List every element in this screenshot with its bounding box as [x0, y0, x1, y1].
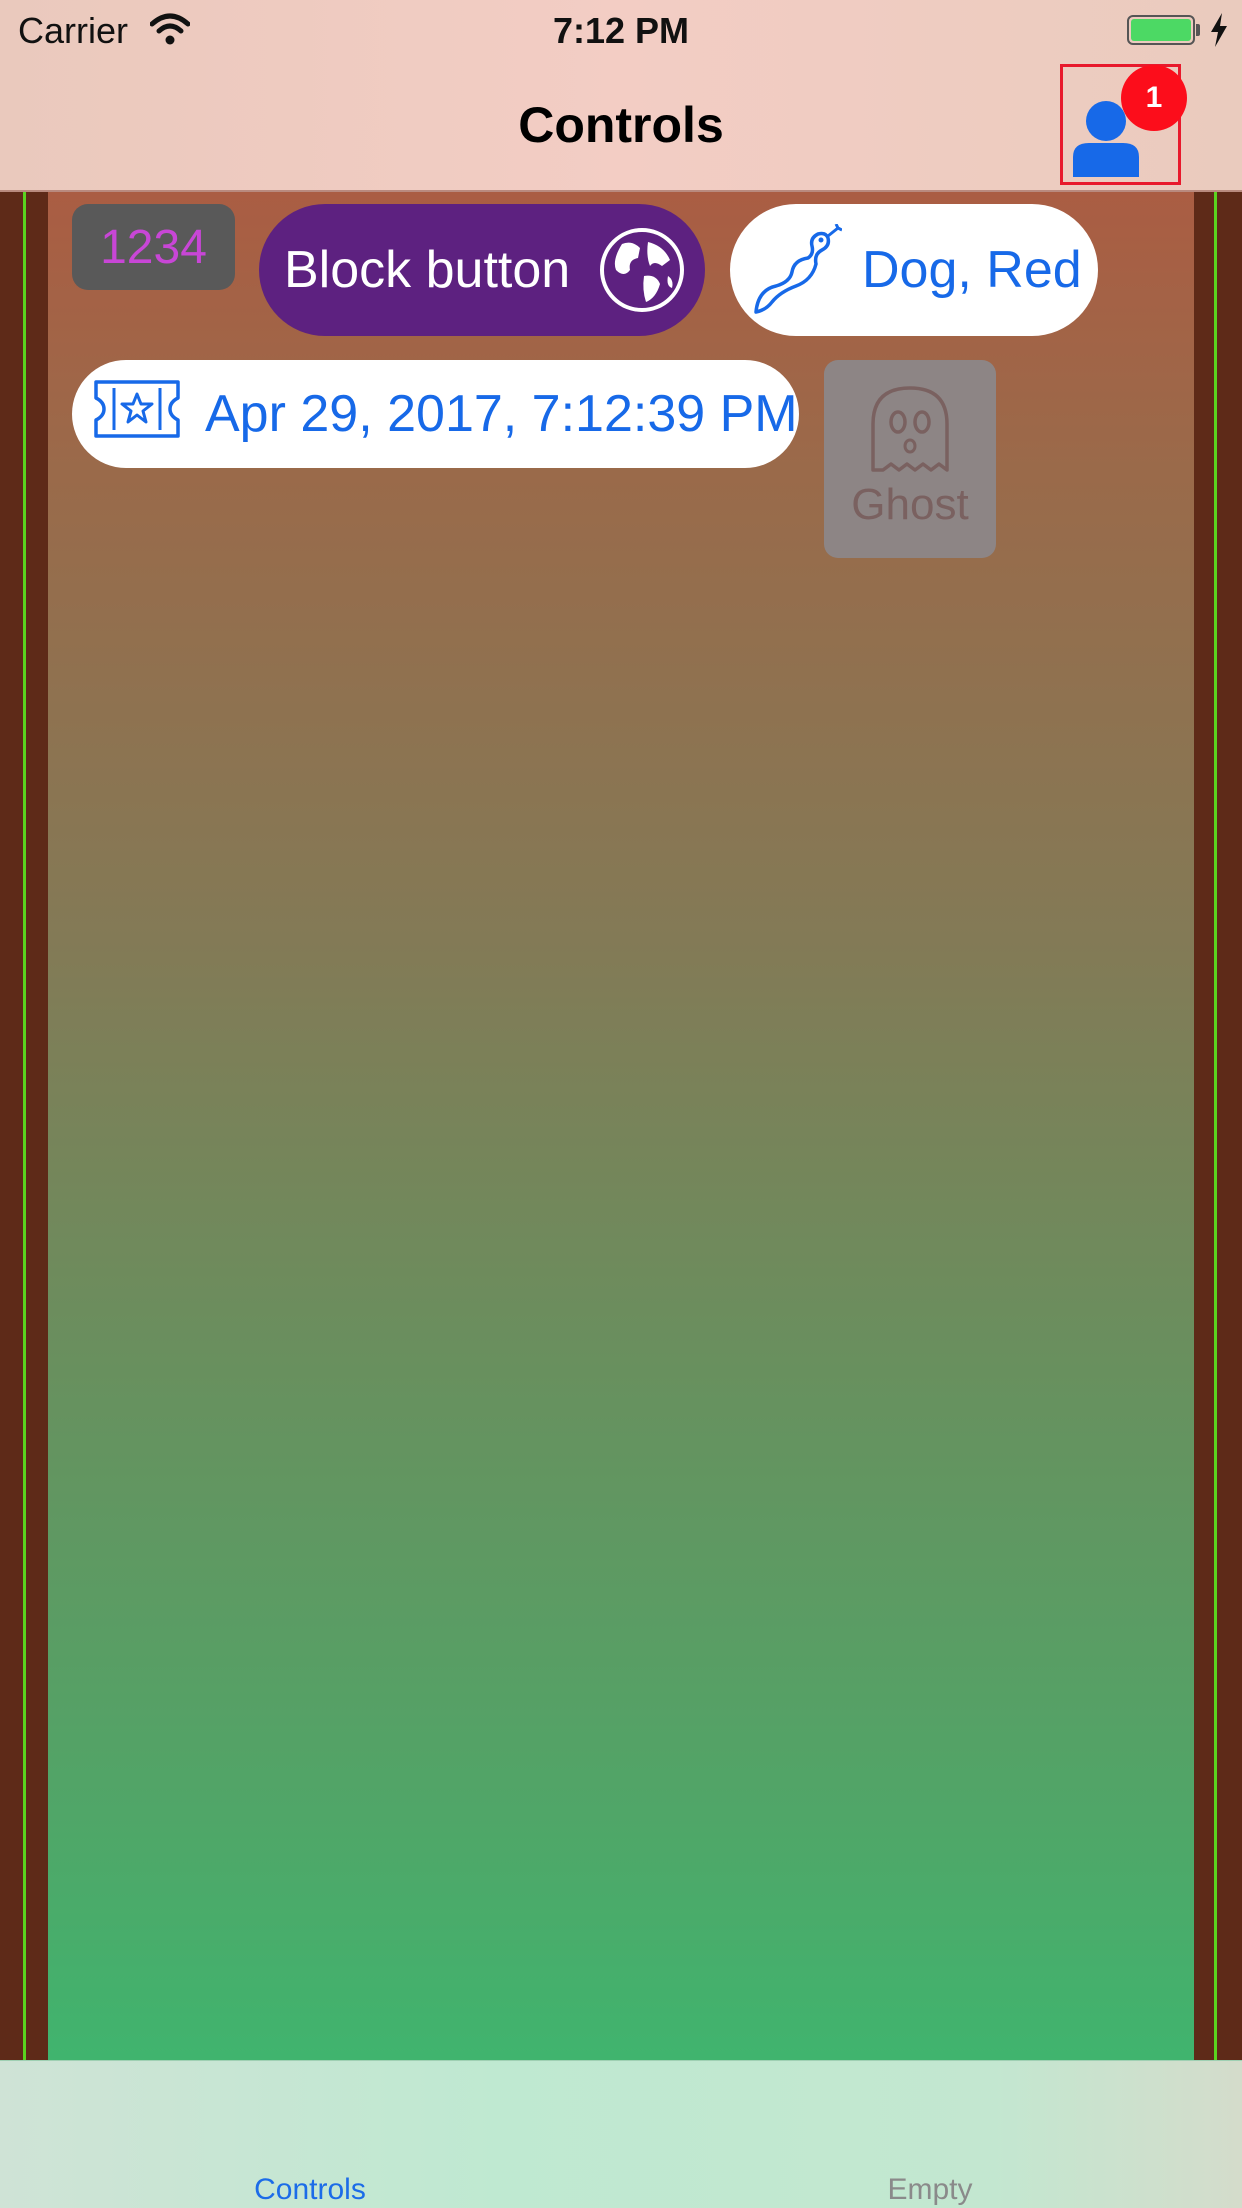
tab-controls[interactable]: Controls	[155, 2061, 465, 2208]
tab-bar: Controls Empty	[0, 2060, 1242, 2208]
date-button-label: Apr 29, 2017, 7:12:39 PM	[205, 385, 798, 443]
snake-icon	[754, 224, 842, 314]
battery-tip	[1196, 24, 1200, 36]
date-button[interactable]: Apr 29, 2017, 7:12:39 PM	[72, 360, 799, 468]
page-title: Controls	[518, 97, 724, 153]
tab-empty-label: Empty	[887, 2173, 973, 2206]
tab-controls-label: Controls	[254, 2173, 366, 2206]
dog-button[interactable]: Dog, Red	[730, 204, 1098, 336]
left-margin	[0, 192, 48, 2060]
screen: Carrier 7:12 PM Controls 1 1234 Block bu…	[0, 0, 1242, 2208]
battery-icon	[1127, 15, 1195, 45]
ghost-icon	[871, 386, 949, 472]
tab-empty[interactable]: Empty	[775, 2061, 1085, 2208]
right-margin	[1194, 192, 1242, 2060]
ghost-button-label: Ghost	[851, 480, 969, 529]
status-time: 7:12 PM	[552, 10, 690, 51]
content-area	[48, 192, 1194, 2060]
block-button-label: Block button	[284, 241, 571, 299]
left-guide-line	[23, 192, 26, 2060]
block-button[interactable]: Block button	[259, 204, 705, 336]
notification-badge: 1	[1121, 65, 1187, 131]
top-bar: Carrier 7:12 PM Controls 1	[0, 0, 1242, 192]
charging-bolt-icon	[1211, 13, 1227, 47]
globe-icon	[600, 228, 684, 312]
right-guide-line	[1214, 192, 1217, 2060]
dog-button-label: Dog, Red	[862, 241, 1082, 299]
number-field[interactable]: 1234	[72, 204, 235, 290]
profile-button[interactable]: 1	[1060, 64, 1187, 185]
ticket-icon	[94, 380, 180, 438]
ghost-button[interactable]: Ghost	[824, 360, 996, 558]
